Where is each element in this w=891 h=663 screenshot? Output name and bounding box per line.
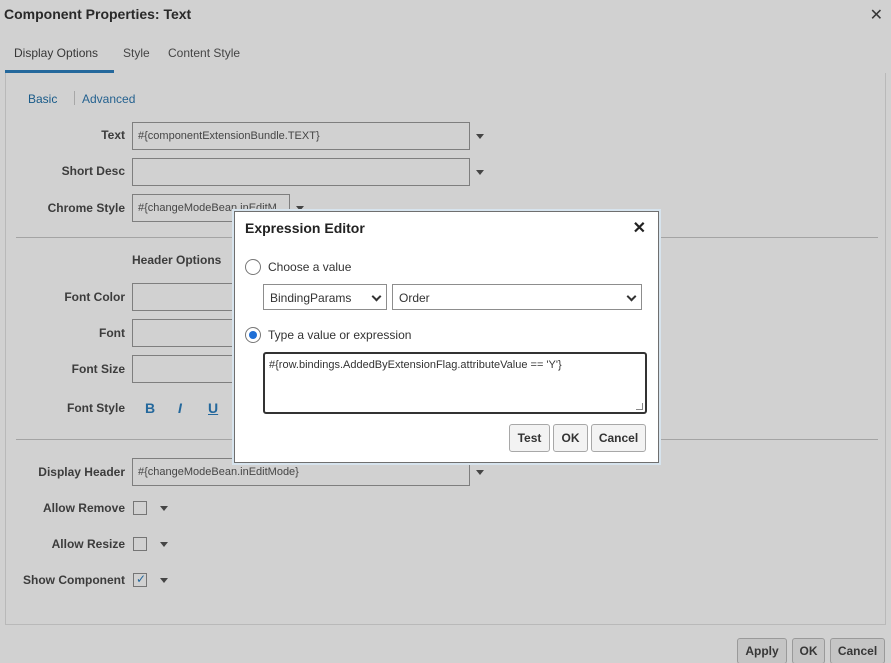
expression-editor-title: Expression Editor [245,220,365,236]
choose-value-label[interactable]: Choose a value [268,260,351,274]
type-expression-label[interactable]: Type a value or expression [268,328,411,342]
binding-select[interactable]: BindingParams [263,284,387,310]
expression-textarea[interactable]: #{row.bindings.AddedByExtensionFlag.attr… [263,352,647,414]
chevron-down-icon [371,291,382,302]
type-expression-radio[interactable] [245,327,261,343]
resize-handle-icon[interactable] [636,403,643,410]
binding-select-value: BindingParams [270,291,352,305]
chevron-down-icon [626,291,637,302]
expression-text: #{row.bindings.AddedByExtensionFlag.attr… [269,359,562,371]
expression-editor-dialog: Expression Editor ✕ Choose a value Bindi… [234,211,659,463]
cancel-button[interactable]: Cancel [591,424,646,452]
value-select-value: Order [399,291,430,305]
choose-value-radio[interactable] [245,259,261,275]
value-select[interactable]: Order [392,284,642,310]
close-icon[interactable]: ✕ [633,218,646,238]
ok-button[interactable]: OK [553,424,588,452]
test-button[interactable]: Test [509,424,550,452]
